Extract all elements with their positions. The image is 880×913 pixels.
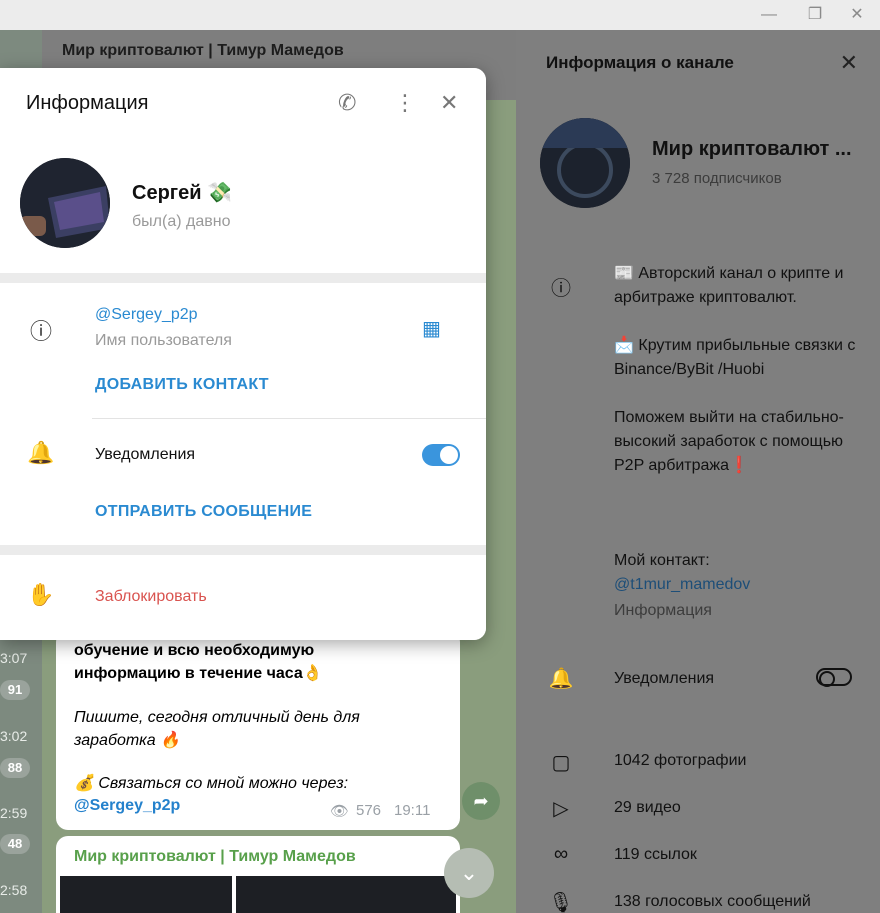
message-link[interactable]: @Sergey_p2p xyxy=(74,795,180,817)
close-icon[interactable]: ✕ xyxy=(440,90,458,116)
window-close-icon[interactable]: ✕ xyxy=(846,4,868,26)
media-videos[interactable]: 29 видео xyxy=(614,799,681,817)
contact-label: Мой контакт: xyxy=(614,552,710,569)
mic-icon: 🎙 xyxy=(548,892,574,913)
media-photos[interactable]: 1042 фотографии xyxy=(614,752,746,770)
message-line: 💰 Связаться со мной можно через: xyxy=(74,775,349,792)
notifications-label: Уведомления xyxy=(95,446,196,463)
info-icon: ⓘ xyxy=(29,319,52,344)
hand-stop-icon: ✋ xyxy=(27,582,55,607)
scroll-down-icon[interactable]: ⌄ xyxy=(444,848,494,898)
message-channel-name[interactable]: Мир криптовалют | Тимур Мамедов xyxy=(74,848,356,866)
chat-time: 2:58 xyxy=(0,882,28,898)
eye-icon: 👁 xyxy=(330,803,350,820)
block-user-button[interactable]: Заблокировать xyxy=(95,588,207,606)
phone-icon[interactable]: ✆ xyxy=(338,90,356,116)
description-paragraph: 📰 Авторский канал о крипте и арбитраже к… xyxy=(614,265,844,306)
unread-badge: 91 xyxy=(0,680,30,700)
forward-icon[interactable]: ➦ xyxy=(462,782,500,820)
message-time: 19:11 xyxy=(394,802,431,819)
popup-header-section: Информация ✆ ⋮ ✕ Сергей 💸 был(а) давно xyxy=(0,68,486,273)
username-link[interactable]: @Sergey_p2p xyxy=(95,306,198,324)
restore-icon[interactable]: ❐ xyxy=(804,4,826,26)
photo-icon: ▢ xyxy=(551,752,571,774)
video-icon: ▷ xyxy=(553,798,569,820)
chat-time: 3:07 xyxy=(0,650,28,666)
minimize-icon[interactable]: — xyxy=(758,4,780,26)
link-icon: ∞ xyxy=(553,843,569,865)
bell-icon: 🔔 xyxy=(27,440,55,465)
panel-title: Информация о канале xyxy=(546,53,734,72)
add-contact-button[interactable]: ДОБАВИТЬ КОНТАКТ xyxy=(95,376,269,394)
contact-link[interactable]: @t1mur_mamedov xyxy=(614,576,750,594)
divider xyxy=(92,418,486,419)
message-views: 576 xyxy=(356,802,382,819)
message-line: информацию в течение часа👌 xyxy=(74,665,323,682)
qr-code-icon[interactable]: ▦ xyxy=(422,316,441,341)
chat-time: 2:59 xyxy=(0,805,28,821)
close-icon[interactable]: ✕ xyxy=(840,50,858,76)
message-bubble[interactable]: обучение и всю необходимую информацию в … xyxy=(56,630,460,830)
info-label: Информация xyxy=(614,602,712,619)
channel-name: Мир криптовалют ... xyxy=(652,138,852,160)
unread-badge: 48 xyxy=(0,834,30,854)
message-line: обучение и всю необходимую xyxy=(74,642,315,659)
more-icon[interactable]: ⋮ xyxy=(394,90,416,116)
notifications-toggle[interactable] xyxy=(816,668,852,687)
channel-avatar[interactable] xyxy=(540,118,630,208)
user-status: был(а) давно xyxy=(132,213,231,230)
bell-icon: 🔔 xyxy=(548,668,574,690)
message-line: заработка 🔥 xyxy=(74,732,180,749)
message-image[interactable] xyxy=(60,876,232,913)
media-voice[interactable]: 138 голосовых сообщений xyxy=(614,893,811,911)
notifications-toggle[interactable] xyxy=(422,444,460,466)
chat-time: 3:02 xyxy=(0,728,28,744)
username-label: Имя пользователя xyxy=(95,332,232,349)
description-paragraph: 📩 Крутим прибыльные связки с Binance/ByB… xyxy=(614,337,856,378)
user-info-popup: Информация ✆ ⋮ ✕ Сергей 💸 был(а) давно ⓘ… xyxy=(0,68,486,640)
channel-info-panel: Информация о канале ✕ Мир криптовалют ..… xyxy=(516,30,880,913)
channel-description: 📰 Авторский канал о крипте и арбитраже к… xyxy=(614,262,864,502)
subscriber-count: 3 728 подписчиков xyxy=(652,170,782,187)
unread-badge: 88 xyxy=(0,758,30,778)
info-icon: ⓘ xyxy=(551,278,571,300)
message-line: Пишите, сегодня отличный день для xyxy=(74,709,360,726)
avatar[interactable] xyxy=(20,158,110,248)
user-name: Сергей 💸 xyxy=(132,182,232,204)
send-message-button[interactable]: ОТПРАВИТЬ СООБЩЕНИЕ xyxy=(95,503,312,521)
description-paragraph: Поможем выйти на стабильно-высокий зараб… xyxy=(614,409,844,474)
popup-block-section xyxy=(0,555,486,640)
message-image[interactable] xyxy=(236,876,456,913)
media-links[interactable]: 119 ссылок xyxy=(614,846,697,864)
notifications-label: Уведомления xyxy=(614,670,715,687)
window-titlebar: — ❐ ✕ xyxy=(0,0,880,30)
message-bubble[interactable]: Мир криптовалют | Тимур Мамедов xyxy=(56,836,460,913)
chat-title[interactable]: Мир криптовалют | Тимур Мамедов xyxy=(62,42,344,60)
popup-title: Информация xyxy=(26,92,149,114)
